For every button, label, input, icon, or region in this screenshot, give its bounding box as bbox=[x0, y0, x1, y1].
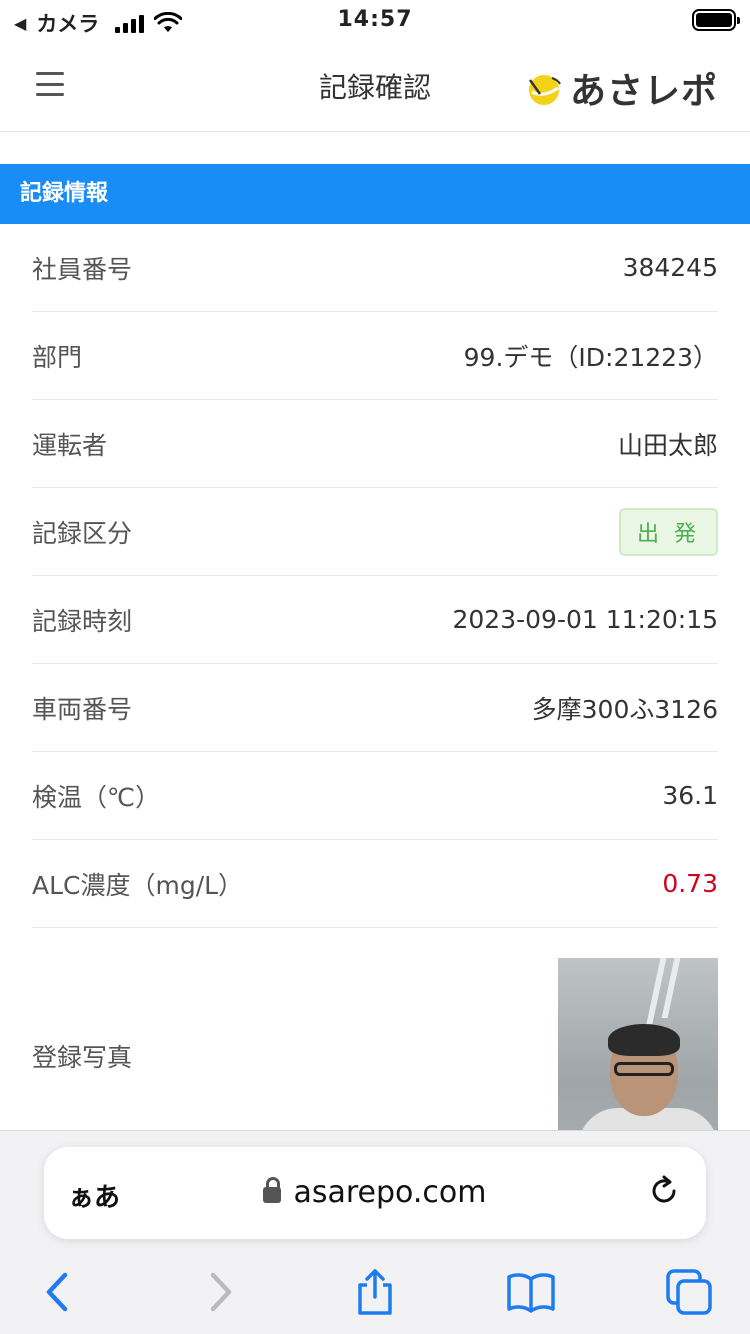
row-label: 運転者 bbox=[32, 430, 108, 460]
address-bar[interactable]: ぁあ asarepo.com bbox=[44, 1147, 706, 1239]
lock-icon bbox=[263, 1177, 282, 1203]
departure-badge: 出 発 bbox=[619, 507, 718, 556]
row-label: 記録区分 bbox=[32, 518, 133, 548]
row-driver: 運転者 山田太郎 bbox=[32, 400, 718, 488]
row-department: 部門 99.デモ（ID:21223） bbox=[32, 312, 718, 400]
reload-icon[interactable] bbox=[646, 1173, 682, 1209]
row-label: 検温（℃） bbox=[32, 782, 161, 812]
row-temperature: 検温（℃） 36.1 bbox=[32, 752, 718, 840]
row-label: 記録時刻 bbox=[32, 606, 133, 636]
row-label: 車両番号 bbox=[32, 694, 133, 724]
employee-number-value: 384245 bbox=[622, 253, 718, 282]
record-time-value: 2023-09-01 11:20:15 bbox=[452, 605, 718, 634]
browser-toolbar bbox=[0, 1259, 750, 1329]
browser-chrome: ぁあ asarepo.com bbox=[0, 1130, 750, 1334]
section-header: 記録情報 bbox=[0, 164, 750, 224]
clock: 14:57 bbox=[337, 7, 413, 32]
temperature-value: 36.1 bbox=[662, 781, 718, 810]
driver-value: 山田太郎 bbox=[617, 430, 718, 460]
brand-name: あさレポ bbox=[569, 71, 718, 112]
row-vehicle-number: 車両番号 多摩300ふ3126 bbox=[32, 664, 718, 752]
row-record-type: 記録区分 出 発 bbox=[32, 488, 718, 576]
brand-logo[interactable]: あさレポ bbox=[524, 62, 718, 114]
share-icon[interactable] bbox=[350, 1267, 400, 1317]
row-employee-number: 社員番号 384245 bbox=[32, 224, 718, 312]
vehicle-number-value: 多摩300ふ3126 bbox=[531, 694, 718, 724]
row-record-time: 記録時刻 2023-09-01 11:20:15 bbox=[32, 576, 718, 664]
sunrise-logo-icon bbox=[528, 75, 561, 105]
row-label: 社員番号 bbox=[32, 254, 133, 284]
url-text: asarepo.com bbox=[293, 1175, 487, 1210]
battery-icon bbox=[692, 9, 740, 31]
row-label: 登録写真 bbox=[32, 1043, 133, 1072]
record-info-list: 社員番号 384245 部門 99.デモ（ID:21223） 運転者 山田太郎 … bbox=[32, 224, 718, 1184]
back-icon[interactable] bbox=[34, 1267, 84, 1317]
row-label: 部門 bbox=[32, 342, 83, 372]
app-header: 記録確認 あさレポ bbox=[0, 42, 750, 132]
status-bar: ◀ カメラ 14:57 bbox=[0, 0, 750, 42]
row-label: ALC濃度（mg/L） bbox=[32, 870, 244, 900]
department-value: 99.デモ（ID:21223） bbox=[463, 342, 718, 372]
url-text-wrap[interactable]: asarepo.com bbox=[44, 1175, 706, 1210]
bookmarks-icon[interactable] bbox=[506, 1267, 556, 1317]
row-alcohol: ALC濃度（mg/L） 0.73 bbox=[32, 840, 718, 928]
tabs-icon[interactable] bbox=[664, 1267, 714, 1317]
alcohol-value: 0.73 bbox=[662, 869, 718, 898]
forward-icon[interactable] bbox=[194, 1267, 244, 1317]
